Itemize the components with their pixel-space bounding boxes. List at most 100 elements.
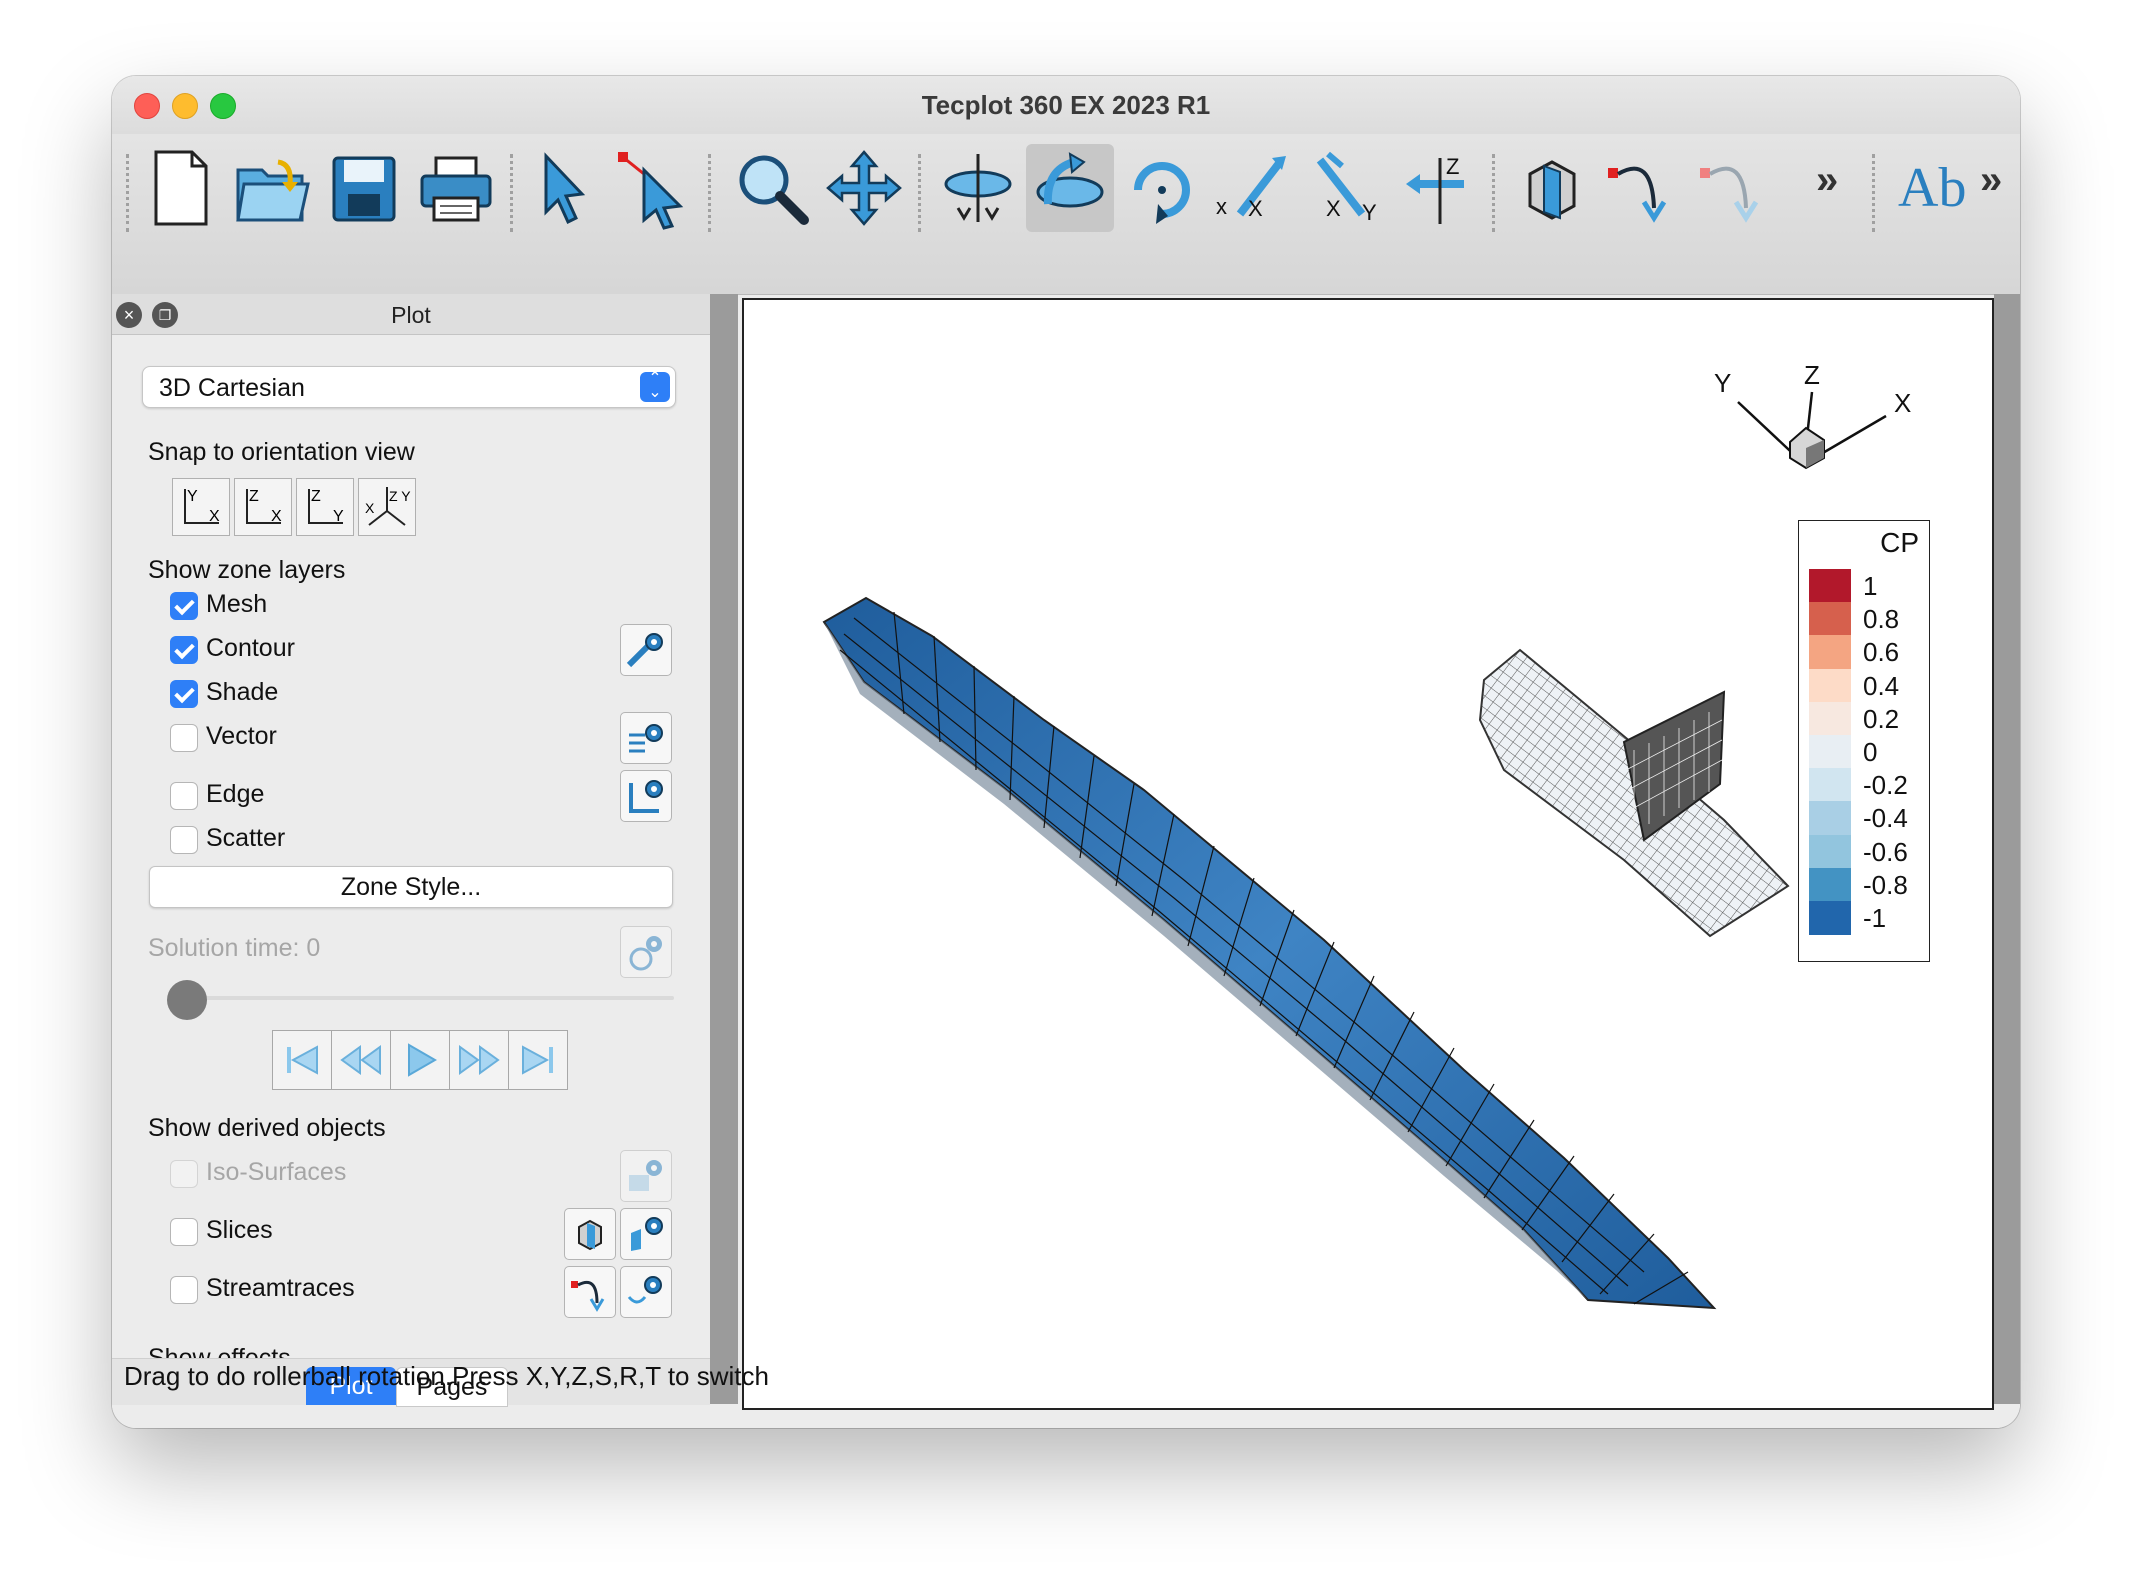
snap-view-xyz[interactable]: Z YX	[358, 478, 416, 536]
wing-fin-surface	[1478, 648, 1790, 938]
solution-time-settings-button[interactable]	[620, 926, 672, 978]
legend-swatch	[1809, 768, 1851, 803]
slice-cube-small-icon	[578, 1219, 602, 1251]
play-icon	[408, 1043, 438, 1077]
window-title: Tecplot 360 EX 2023 R1	[921, 90, 1211, 120]
skip-first-icon	[287, 1045, 318, 1075]
slices-checkbox[interactable]	[170, 1218, 198, 1246]
plot-canvas[interactable]: Y Z X CP 1 0.8 0.6 0.4 0.2 0 -0.2 -0.4 -0.6 -0.8-…	[742, 298, 1994, 1410]
svg-text:Y: Y	[187, 488, 198, 505]
twist-rotate-button[interactable]	[1118, 144, 1206, 232]
plot-type-value: 3D Cartesian	[159, 374, 305, 402]
updown-chevron-icon: ⌃ ⌄	[640, 371, 670, 402]
zoom-tool-button[interactable]	[728, 144, 816, 232]
rotate-x-icon: xX	[1216, 156, 1286, 221]
scatter-checkbox[interactable]	[170, 826, 198, 854]
new-file-button[interactable]	[136, 144, 224, 232]
spherical-rotate-icon	[944, 154, 1012, 222]
print-button[interactable]	[412, 144, 500, 232]
panel-splitter[interactable]	[710, 294, 738, 1404]
first-frame-button[interactable]	[272, 1030, 332, 1090]
step-back-icon	[340, 1045, 381, 1075]
vector-label: Vector	[206, 722, 277, 750]
mesh-label: Mesh	[206, 590, 268, 618]
time-slider-handle[interactable]	[167, 980, 207, 1020]
open-file-button[interactable]	[228, 144, 316, 232]
streamtraces-label: Streamtraces	[206, 1274, 355, 1302]
legend-swatch	[1809, 735, 1851, 769]
rollerball-rotate-icon	[1036, 152, 1104, 208]
zone-style-button[interactable]: Zone Style...	[149, 866, 673, 908]
edge-gear-icon	[629, 780, 663, 813]
slices-settings-button[interactable]	[620, 1208, 672, 1260]
text-tool-button[interactable]: Ab	[1886, 144, 1974, 232]
open-folder-icon	[236, 159, 310, 222]
iso-surfaces-checkbox[interactable]	[170, 1160, 198, 1188]
legend-level-label: 0.4	[1863, 670, 1900, 701]
save-file-button[interactable]	[320, 144, 408, 232]
vector-settings-button[interactable]	[620, 712, 672, 764]
shade-label: Shade	[206, 678, 279, 706]
next-frame-button[interactable]	[449, 1030, 509, 1090]
legend-level-label: 0.8	[1863, 604, 1900, 635]
translate-tool-button[interactable]	[820, 144, 908, 232]
svg-text:X: X	[1326, 196, 1341, 221]
streamtraces-checkbox[interactable]	[170, 1276, 198, 1304]
legend-swatch	[1809, 801, 1851, 836]
new-file-icon	[154, 150, 208, 226]
contour-gear-icon	[626, 633, 663, 668]
legend-level-label: 1	[1863, 571, 1878, 601]
panel-title: Plot	[391, 302, 431, 328]
rollerball-rotate-button[interactable]	[1026, 144, 1114, 232]
rotate-z-button[interactable]: Z	[1394, 144, 1482, 232]
toolbar-overflow-button-2[interactable]: »	[1980, 158, 2002, 203]
legend-swatch	[1809, 901, 1851, 935]
svg-text:X: X	[271, 508, 282, 525]
adjustor-tool-button[interactable]	[610, 144, 698, 232]
playback-controls	[272, 1030, 572, 1090]
previous-frame-button[interactable]	[331, 1030, 391, 1090]
svg-text:X: X	[365, 500, 375, 516]
axis-yz-icon: ZY	[308, 488, 344, 525]
contour-legend[interactable]: CP 1 0.8 0.6 0.4 0.2 0 -0.2 -0.4 -0.6 -0.8 -1	[1798, 520, 1930, 962]
axis-xz-icon: ZX	[246, 488, 282, 525]
snap-view-yz[interactable]: ZY	[296, 478, 354, 536]
axis-xy-icon: YX	[184, 488, 220, 525]
spherical-rotate-button[interactable]	[934, 144, 1022, 232]
mesh-checkbox[interactable]	[170, 592, 198, 620]
legend-level-label: -0.4	[1863, 803, 1908, 834]
vector-checkbox[interactable]	[170, 724, 198, 752]
streamtraces-gear-icon	[627, 1276, 662, 1304]
slice-tool-side-button[interactable]	[564, 1208, 616, 1260]
selector-tool-button[interactable]	[518, 144, 606, 232]
legend-swatch	[1809, 834, 1851, 869]
snap-view-xz[interactable]: ZX	[234, 478, 292, 536]
snap-view-xy[interactable]: YX	[172, 478, 230, 536]
rotate-y-button[interactable]: XY	[1302, 144, 1390, 232]
rotate-x-button[interactable]: xX	[1210, 144, 1298, 232]
canvas-right-gutter	[1994, 294, 2020, 1404]
iso-surfaces-settings-button[interactable]	[620, 1150, 672, 1202]
plot-type-dropdown[interactable]: 3D Cartesian ⌃ ⌄	[142, 366, 676, 408]
streamtrace-tool-side-button[interactable]	[564, 1266, 616, 1318]
delete-streamtrace-button[interactable]	[1692, 144, 1780, 232]
slice-tool-button[interactable]	[1508, 144, 1596, 232]
app-window: Tecplot 360 EX 2023 R1 x X X Y Z » Ab » …	[112, 76, 2020, 1428]
skip-last-icon	[522, 1045, 553, 1075]
last-frame-button[interactable]	[508, 1030, 568, 1090]
shade-checkbox[interactable]	[170, 680, 198, 708]
contour-label: Contour	[206, 634, 295, 662]
streamtraces-settings-button[interactable]	[620, 1266, 672, 1318]
edge-checkbox[interactable]	[170, 782, 198, 810]
edge-settings-button[interactable]	[620, 770, 672, 822]
toolbar-overflow-button[interactable]: »	[1816, 158, 1838, 203]
text-tool-label: Ab	[1898, 157, 1967, 219]
play-button[interactable]	[390, 1030, 450, 1090]
iso-surfaces-label: Iso-Surfaces	[206, 1158, 347, 1186]
rotate-z-icon: Z	[1406, 154, 1464, 224]
contour-checkbox[interactable]	[170, 636, 198, 664]
add-streamtrace-button[interactable]	[1600, 144, 1688, 232]
slices-label: Slices	[206, 1216, 273, 1244]
contour-settings-button[interactable]	[620, 624, 672, 676]
status-bar-text: Drag to do rollerball rotation.Press X,Y…	[124, 1361, 769, 1391]
